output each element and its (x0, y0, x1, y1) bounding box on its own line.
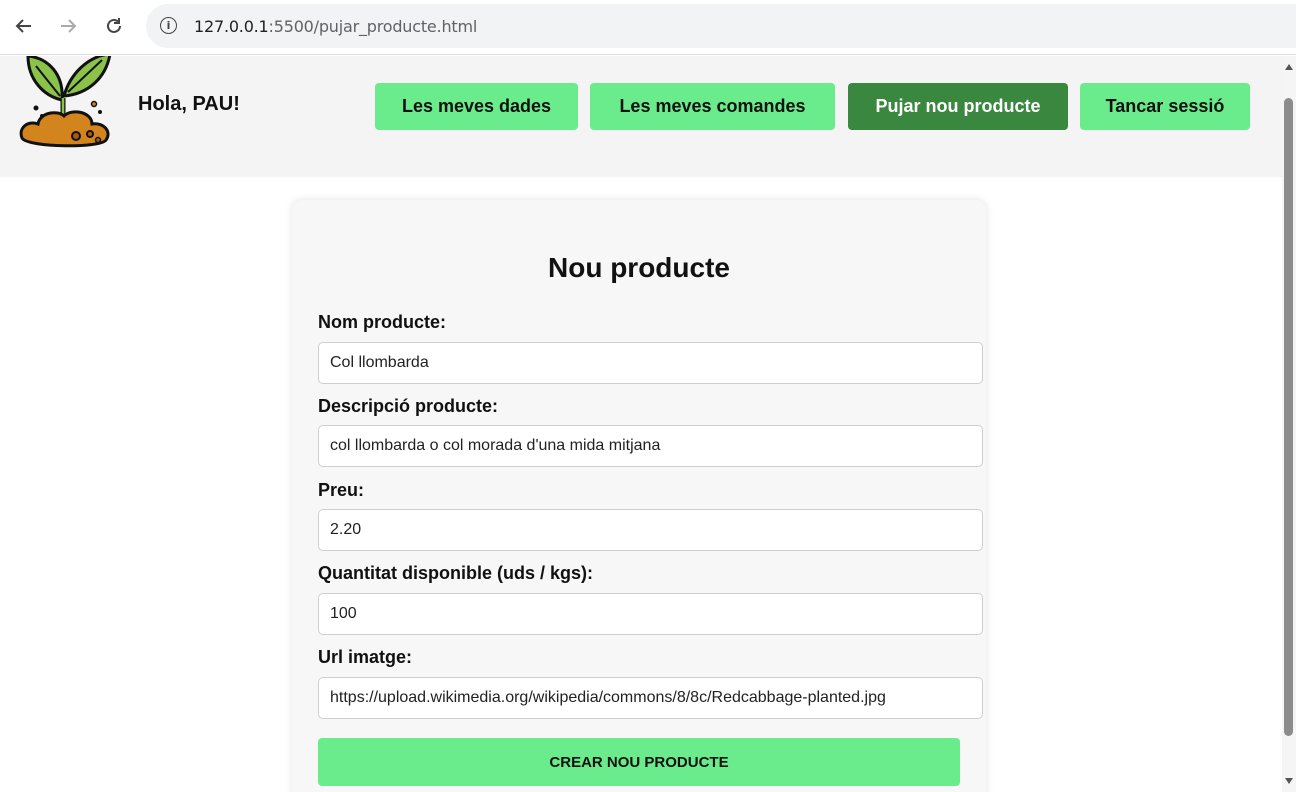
url-path: :5500/pujar_producte.html (268, 17, 478, 36)
price-input[interactable] (318, 509, 983, 551)
scroll-down-arrow-icon[interactable] (1285, 778, 1293, 784)
reload-icon[interactable] (102, 14, 126, 38)
scroll-up-arrow-icon[interactable] (1285, 64, 1293, 70)
my-orders-button[interactable]: Les meves comandes (590, 83, 835, 130)
image-url-label: Url imatge: (318, 647, 413, 667)
image-url-input[interactable] (318, 677, 983, 719)
scroll-thumb[interactable] (1284, 98, 1293, 736)
vertical-scrollbar[interactable] (1282, 56, 1296, 792)
quantity-label: Quantitat disponible (uds / kgs): (318, 563, 594, 583)
greeting-text: Hola, PAU! (138, 93, 240, 115)
product-name-input[interactable] (318, 342, 983, 384)
url-text: 127.0.0.1:5500/pujar_producte.html (194, 17, 477, 36)
product-description-label: Descripció producte: (318, 396, 499, 416)
url-host: 127.0.0.1 (194, 17, 269, 36)
form-title: Nou producte (548, 252, 730, 283)
info-icon[interactable]: i (160, 17, 177, 34)
forward-arrow-icon[interactable] (56, 14, 80, 38)
browser-toolbar: i 127.0.0.1:5500/pujar_producte.html (0, 0, 1296, 55)
upload-product-button[interactable]: Pujar nou producte (848, 83, 1068, 130)
new-product-form: Nou producte Nom producte: Descripció pr… (292, 200, 986, 792)
product-name-label: Nom producte: (318, 312, 446, 332)
price-label: Preu: (318, 480, 365, 500)
quantity-input[interactable] (318, 593, 983, 635)
create-product-button[interactable]: CREAR NOU PRODUCTE (318, 738, 960, 786)
product-description-input[interactable] (318, 425, 983, 467)
sprout-logo (19, 56, 112, 148)
back-arrow-icon[interactable] (12, 14, 36, 38)
address-bar[interactable]: i 127.0.0.1:5500/pujar_producte.html (146, 4, 1296, 48)
logout-button[interactable]: Tancar sessió (1080, 83, 1250, 130)
site-header: Hola, PAU! Les meves dades Les meves com… (0, 56, 1282, 177)
page-viewport: Hola, PAU! Les meves dades Les meves com… (0, 56, 1282, 792)
my-data-button[interactable]: Les meves dades (375, 83, 578, 130)
